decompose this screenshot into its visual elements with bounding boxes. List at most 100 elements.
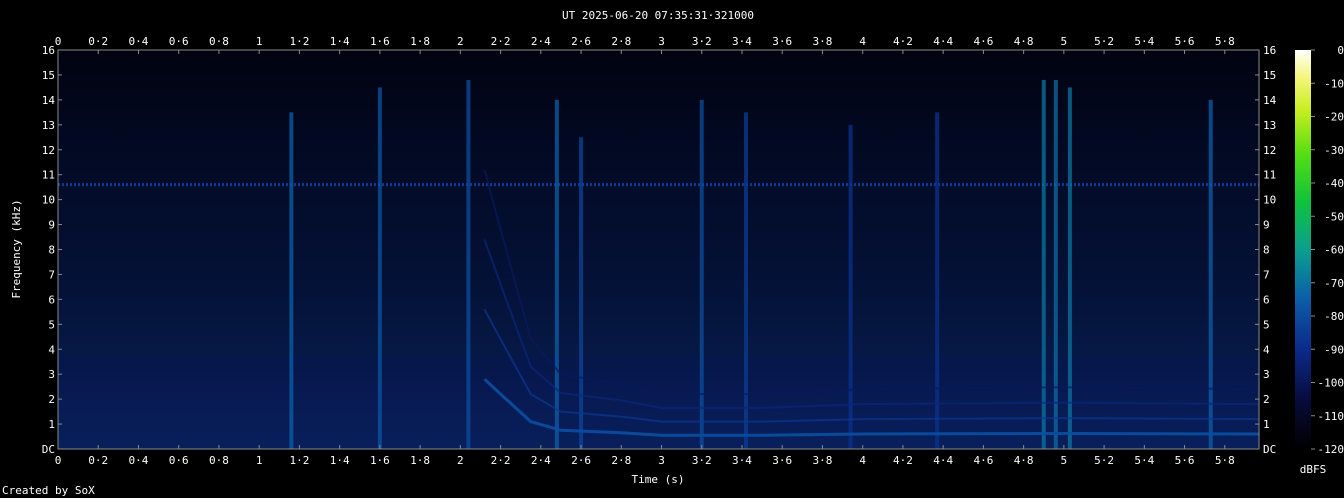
y-tick-label-right-11: 11 (1263, 169, 1276, 182)
x-tick-label-top-18: 3·6 (772, 35, 792, 48)
x-tick-label-top-23: 4·6 (973, 35, 993, 48)
x-tick-label-bottom-25: 5 (1061, 454, 1068, 467)
x-tick-label-bottom-29: 5·8 (1215, 454, 1235, 467)
x-tick-label-top-7: 1·4 (330, 35, 350, 48)
x-tick-label-bottom-23: 4·6 (973, 454, 993, 467)
y-tick-label-right-8: 8 (1263, 244, 1270, 257)
x-tick-label-bottom-15: 3 (658, 454, 665, 467)
colorbar-tick-label-6: -60 (1324, 244, 1344, 257)
transient-0 (289, 112, 294, 449)
y-tick-label-right-1: 1 (1263, 418, 1270, 431)
x-axis-label: Time (s) (632, 473, 685, 486)
colorbar-tick-label-3: -30 (1324, 144, 1344, 157)
x-tick-label-bottom-16: 3·2 (692, 454, 712, 467)
x-tick-label-bottom-3: 0·6 (169, 454, 189, 467)
transient-4 (579, 137, 584, 449)
transient-1 (377, 87, 382, 449)
x-tick-label-bottom-21: 4·2 (893, 454, 913, 467)
x-tick-label-bottom-0: 0 (55, 454, 62, 467)
y-tick-label-right-12: 12 (1263, 144, 1276, 157)
x-tick-label-top-5: 1 (256, 35, 263, 48)
y-tick-label-left-10: 10 (42, 194, 55, 207)
y-tick-label-right-16: 16 (1263, 44, 1276, 57)
colorbar-label: dBFS (1300, 463, 1327, 476)
x-tick-label-bottom-19: 3·8 (813, 454, 833, 467)
x-tick-label-top-17: 3·4 (732, 35, 752, 48)
colorbar-tick-label-5: -50 (1324, 210, 1344, 223)
y-tick-label-right-5: 5 (1263, 318, 1270, 331)
x-tick-label-top-0: 0 (55, 35, 62, 48)
x-tick-label-bottom-7: 1·4 (330, 454, 350, 467)
y-tick-label-right-4: 4 (1263, 343, 1270, 356)
colorbar-tick-label-2: -20 (1324, 111, 1344, 124)
colorbar (1295, 50, 1311, 449)
transient-6 (744, 112, 749, 449)
x-tick-label-bottom-26: 5·2 (1094, 454, 1114, 467)
x-tick-label-bottom-22: 4·4 (933, 454, 953, 467)
x-tick-label-bottom-4: 0·8 (209, 454, 229, 467)
x-tick-label-top-10: 2 (457, 35, 464, 48)
y-tick-label-left-16: 16 (42, 44, 55, 57)
x-tick-label-bottom-14: 2·8 (611, 454, 631, 467)
colorbar-tick-label-7: -70 (1324, 277, 1344, 290)
y-tick-label-left-15: 15 (42, 69, 55, 82)
transient-10 (1053, 79, 1058, 449)
x-tick-label-top-8: 1·6 (370, 35, 390, 48)
x-tick-label-bottom-13: 2·6 (571, 454, 591, 467)
x-tick-label-top-29: 5·8 (1215, 35, 1235, 48)
x-tick-label-top-3: 0·6 (169, 35, 189, 48)
x-tick-label-bottom-28: 5·6 (1175, 454, 1195, 467)
y-tick-label-right-2: 2 (1263, 393, 1270, 406)
y-tick-label-left-12: 12 (42, 144, 55, 157)
y-tick-label-right-0: DC (1263, 443, 1276, 456)
transient-5 (699, 99, 704, 449)
y-tick-label-right-7: 7 (1263, 268, 1270, 281)
y-tick-label-left-9: 9 (48, 219, 55, 232)
x-tick-label-top-9: 1·8 (410, 35, 430, 48)
x-tick-label-bottom-12: 2·4 (531, 454, 551, 467)
transient-12 (1208, 99, 1213, 449)
x-tick-label-bottom-8: 1·6 (370, 454, 390, 467)
colorbar-axis: 0 -10 -20 -30 -40 -50 -60 -70 -80 -90 -100 -110 -120 (1311, 44, 1344, 456)
x-tick-label-top-14: 2·8 (611, 35, 631, 48)
y-tick-label-left-1: 1 (48, 418, 55, 431)
x-tick-label-bottom-10: 2 (457, 454, 464, 467)
x-tick-label-bottom-9: 1·8 (410, 454, 430, 467)
x-tick-label-bottom-1: 0·2 (88, 454, 108, 467)
y-tick-label-left-14: 14 (42, 94, 56, 107)
y-tick-label-right-15: 15 (1263, 69, 1276, 82)
colorbar-tick-label-8: -80 (1324, 310, 1344, 323)
x-tick-label-top-26: 5·2 (1094, 35, 1114, 48)
y-tick-label-left-8: 8 (48, 244, 55, 257)
transient-7 (848, 124, 853, 449)
x-tick-label-top-13: 2·6 (571, 35, 591, 48)
x-tick-label-top-19: 3·8 (813, 35, 833, 48)
x-tick-label-bottom-20: 4 (859, 454, 866, 467)
x-tick-label-top-16: 3·2 (692, 35, 712, 48)
x-tick-label-bottom-11: 2·2 (491, 454, 511, 467)
x-tick-label-bottom-17: 3·4 (732, 454, 752, 467)
x-tick-label-top-20: 4 (859, 35, 866, 48)
transient-2 (466, 79, 471, 449)
x-tick-label-top-15: 3 (658, 35, 665, 48)
y-tick-label-right-9: 9 (1263, 219, 1270, 232)
x-tick-label-top-1: 0·2 (88, 35, 108, 48)
x-tick-label-top-21: 4·2 (893, 35, 913, 48)
x-tick-label-bottom-27: 5·4 (1134, 454, 1154, 467)
x-tick-label-top-2: 0·4 (129, 35, 149, 48)
x-tick-label-bottom-2: 0·4 (129, 454, 149, 467)
spectrogram-chart: 000·20·20·40·40·60·60·80·8111·21·21·41·4… (10, 35, 1344, 486)
colorbar-tick-label-11: -110 (1318, 410, 1344, 423)
y-tick-label-left-2: 2 (48, 393, 55, 406)
transient-8 (935, 112, 940, 449)
y-tick-label-right-3: 3 (1263, 368, 1270, 381)
colorbar-tick-label-10: -100 (1318, 377, 1344, 390)
colorbar-tick-label-12: -120 (1318, 443, 1344, 456)
colorbar-tick-label-1: -10 (1324, 77, 1344, 90)
transient-3 (554, 99, 559, 449)
y-tick-label-right-13: 13 (1263, 119, 1276, 132)
x-tick-label-top-27: 5·4 (1134, 35, 1154, 48)
x-tick-label-top-12: 2·4 (531, 35, 551, 48)
x-tick-label-top-6: 1·2 (289, 35, 309, 48)
transient-11 (1067, 87, 1072, 449)
